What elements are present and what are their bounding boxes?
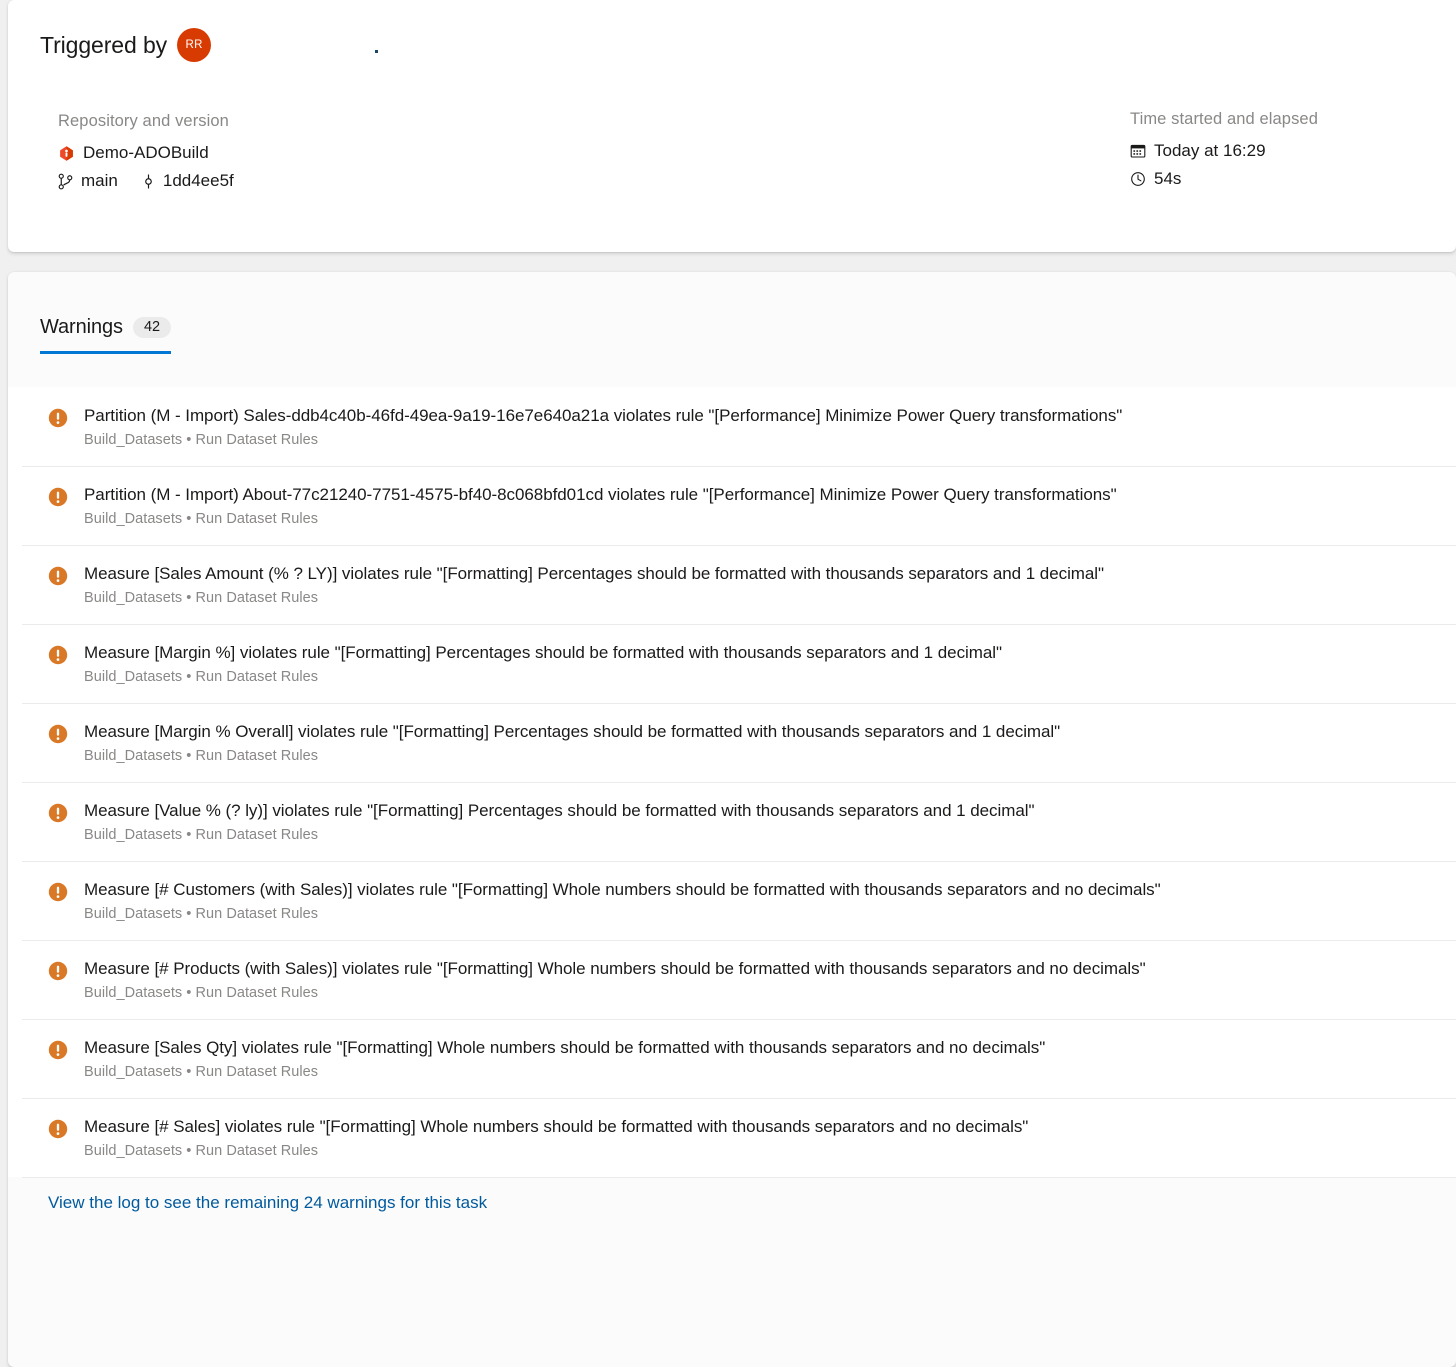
warning-row[interactable]: Measure [Margin % Overall] violates rule…: [8, 703, 1456, 782]
warning-source: Build_Datasets • Run Dataset Rules: [84, 984, 1456, 1003]
tab-bar: Warnings 42: [40, 316, 171, 354]
warning-icon: [48, 961, 68, 981]
warning-row[interactable]: Measure [# Products (with Sales)] violat…: [8, 940, 1456, 1019]
start-time: Today at 16:29: [1154, 141, 1266, 161]
warning-row[interactable]: Measure [# Sales] violates rule "[Format…: [8, 1098, 1456, 1177]
calendar-icon: [1130, 143, 1146, 159]
warning-source: Build_Datasets • Run Dataset Rules: [84, 668, 1456, 687]
warning-icon: [48, 645, 68, 665]
repository-name: Demo-ADOBuild: [83, 143, 209, 163]
warning-icon: [48, 408, 68, 428]
warning-title: Measure [Value % (? ly)] violates rule "…: [84, 800, 1456, 822]
warning-title: Measure [Margin % Overall] violates rule…: [84, 721, 1456, 743]
start-time-row: Today at 16:29: [1130, 141, 1318, 161]
warning-body: Measure [# Products (with Sales)] violat…: [84, 958, 1456, 1003]
warning-body: Measure [# Customers (with Sales)] viola…: [84, 879, 1456, 924]
warning-body: Measure [Margin %] violates rule "[Forma…: [84, 642, 1456, 687]
clock-icon: [1130, 171, 1146, 187]
repository-row[interactable]: Demo-ADOBuild: [58, 143, 234, 163]
repository-heading: Repository and version: [58, 112, 234, 131]
warning-icon: [48, 487, 68, 507]
warning-title: Measure [# Customers (with Sales)] viola…: [84, 879, 1456, 901]
warning-source: Build_Datasets • Run Dataset Rules: [84, 589, 1456, 608]
warning-icon: [48, 724, 68, 744]
warning-body: Measure [Margin % Overall] violates rule…: [84, 721, 1456, 766]
repository-and-version-section: Repository and version Demo-ADOBuild: [58, 112, 234, 199]
build-summary-card: Triggered by RR Repository and version D…: [8, 0, 1456, 252]
warning-body: Partition (M - Import) Sales-ddb4c40b-46…: [84, 405, 1456, 450]
warning-body: Measure [Sales Amount (% ? LY)] violates…: [84, 563, 1456, 608]
warning-body: Measure [Value % (? ly)] violates rule "…: [84, 800, 1456, 845]
warning-body: Measure [# Sales] violates rule "[Format…: [84, 1116, 1456, 1161]
warning-title: Measure [# Sales] violates rule "[Format…: [84, 1116, 1456, 1138]
warning-row[interactable]: Measure [Sales Qty] violates rule "[Form…: [8, 1019, 1456, 1098]
branch-icon: [58, 173, 73, 190]
warning-row[interactable]: Measure [Value % (? ly)] violates rule "…: [8, 782, 1456, 861]
build-results-page: Triggered by RR Repository and version D…: [0, 0, 1456, 1367]
warning-source: Build_Datasets • Run Dataset Rules: [84, 826, 1456, 845]
warning-row[interactable]: Measure [Margin %] violates rule "[Forma…: [8, 624, 1456, 703]
warning-row[interactable]: Measure [# Customers (with Sales)] viola…: [8, 861, 1456, 940]
warning-title: Measure [Sales Amount (% ? LY)] violates…: [84, 563, 1456, 585]
view-log-footer: View the log to see the remaining 24 war…: [8, 1177, 1456, 1231]
warnings-card: Warnings 42 Partition (M - Import) Sales…: [8, 272, 1456, 1367]
warning-source: Build_Datasets • Run Dataset Rules: [84, 747, 1456, 766]
warning-body: Partition (M - Import) About-77c21240-77…: [84, 484, 1456, 529]
warning-row[interactable]: Partition (M - Import) Sales-ddb4c40b-46…: [8, 387, 1456, 466]
warning-row[interactable]: Measure [Sales Amount (% ? LY)] violates…: [8, 545, 1456, 624]
warning-icon: [48, 803, 68, 823]
time-heading: Time started and elapsed: [1130, 110, 1318, 129]
warnings-count-badge: 42: [133, 317, 171, 339]
triggered-by-section: Triggered by RR: [40, 28, 211, 62]
azure-repos-icon: [58, 145, 75, 162]
elapsed-time: 54s: [1154, 169, 1181, 189]
tab-warnings-label: Warnings: [40, 316, 123, 339]
warning-body: Measure [Sales Qty] violates rule "[Form…: [84, 1037, 1456, 1082]
avatar[interactable]: RR: [177, 28, 211, 62]
warning-title: Measure [Sales Qty] violates rule "[Form…: [84, 1037, 1456, 1059]
triggered-by-label: Triggered by: [40, 32, 167, 59]
warning-icon: [48, 1119, 68, 1139]
warning-title: Measure [Margin %] violates rule "[Forma…: [84, 642, 1456, 664]
stray-dot-artifact: [375, 50, 378, 53]
warning-title: Measure [# Products (with Sales)] violat…: [84, 958, 1456, 980]
branch-and-commit-row[interactable]: main 1dd4ee5f: [58, 171, 234, 191]
warning-row[interactable]: Partition (M - Import) About-77c21240-77…: [8, 466, 1456, 545]
warning-title: Partition (M - Import) About-77c21240-77…: [84, 484, 1456, 506]
warning-icon: [48, 1040, 68, 1060]
branch-name: main: [81, 171, 118, 191]
warning-source: Build_Datasets • Run Dataset Rules: [84, 1063, 1456, 1082]
commit-hash: 1dd4ee5f: [163, 171, 234, 191]
warning-icon: [48, 882, 68, 902]
warning-title: Partition (M - Import) Sales-ddb4c40b-46…: [84, 405, 1456, 427]
commit-icon: [142, 173, 155, 190]
warning-icon: [48, 566, 68, 586]
warnings-list: Partition (M - Import) Sales-ddb4c40b-46…: [8, 387, 1456, 1231]
warning-source: Build_Datasets • Run Dataset Rules: [84, 905, 1456, 924]
time-started-and-elapsed-section: Time started and elapsed Today at 16:29: [1130, 110, 1318, 197]
warning-source: Build_Datasets • Run Dataset Rules: [84, 510, 1456, 529]
tab-warnings[interactable]: Warnings 42: [40, 316, 171, 354]
view-log-link[interactable]: View the log to see the remaining 24 war…: [48, 1193, 487, 1212]
warning-source: Build_Datasets • Run Dataset Rules: [84, 431, 1456, 450]
warning-source: Build_Datasets • Run Dataset Rules: [84, 1142, 1456, 1161]
elapsed-time-row: 54s: [1130, 169, 1318, 189]
